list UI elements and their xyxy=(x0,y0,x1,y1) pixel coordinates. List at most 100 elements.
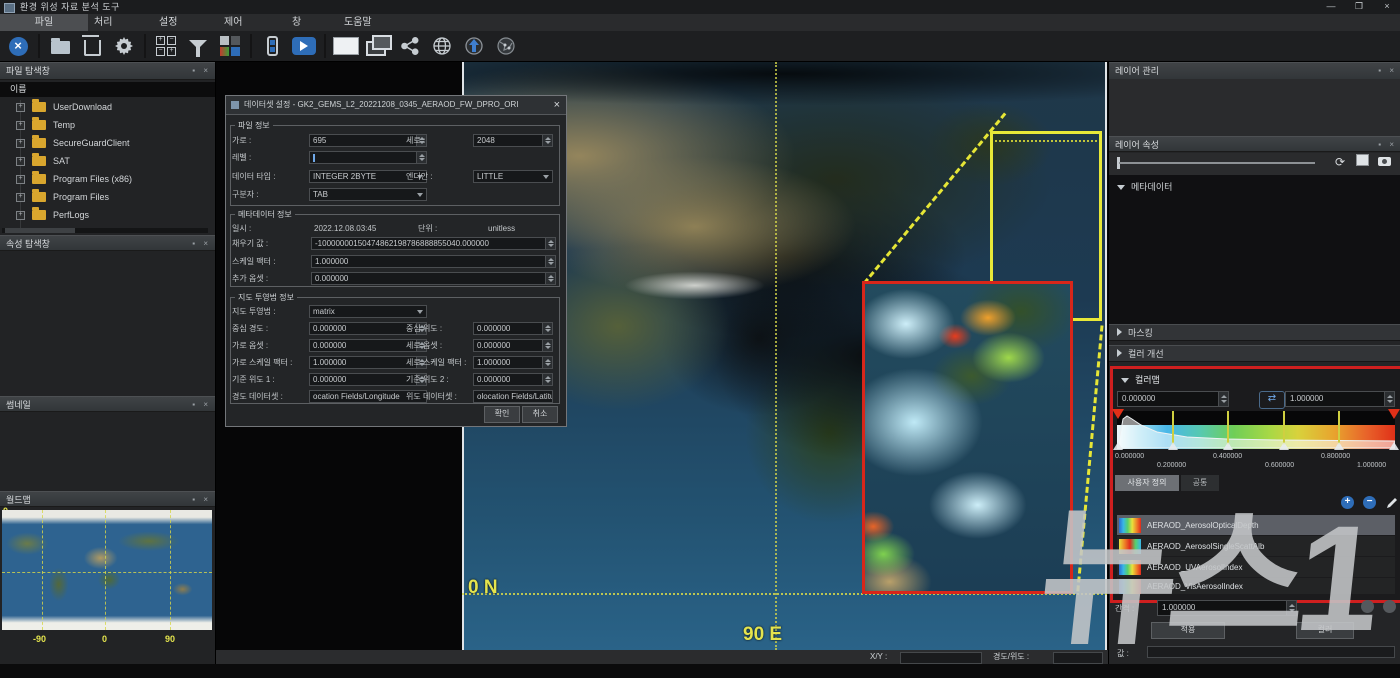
layer-item[interactable]: AERAOD_VisAerosolIndex xyxy=(1117,578,1395,594)
edit-pencil-icon[interactable] xyxy=(1385,496,1399,510)
folder-row[interactable]: +SAT xyxy=(0,152,215,170)
lat-dataset-input[interactable]: olocation Fields/Latitude xyxy=(473,390,553,403)
delimiter-dropdown[interactable]: TAB xyxy=(309,188,427,201)
scroll-thumb[interactable] xyxy=(5,228,75,233)
color-enhance-section[interactable]: 컬러 개선 xyxy=(1109,345,1400,362)
range-handle-left[interactable] xyxy=(1112,409,1124,419)
expand-icon[interactable]: + xyxy=(16,121,25,130)
layer-item[interactable]: AERAOD_UVAerosolIndex xyxy=(1117,557,1395,577)
column-header-name[interactable]: 이름 xyxy=(0,82,215,97)
add-colormap-icon[interactable]: + xyxy=(1341,496,1354,509)
dialog-close-icon[interactable]: × xyxy=(554,96,560,114)
open-folder-icon[interactable] xyxy=(46,34,74,58)
menu-file[interactable]: 파일 xyxy=(0,14,88,31)
menu-control[interactable]: 제어 xyxy=(210,14,256,31)
play-icon[interactable] xyxy=(290,34,318,58)
new-window-icon[interactable] xyxy=(332,34,360,58)
opacity-slider[interactable] xyxy=(1119,162,1315,164)
fill-value-input[interactable]: -10000000150474862198786888855040.000000 xyxy=(311,237,556,250)
tab-user-defined[interactable]: 사용자 정의 xyxy=(1115,475,1179,491)
settings-gear-icon[interactable] xyxy=(110,34,138,58)
minimize-button[interactable]: — xyxy=(1318,0,1344,14)
menu-window[interactable]: 창 xyxy=(278,14,315,31)
maximize-button[interactable]: ❐ xyxy=(1346,0,1372,14)
folder-row[interactable]: +Program Files xyxy=(0,188,215,206)
dialog-title-bar[interactable]: 데이터셋 설정 - GK2_GEMS_L2_20221208_0345_AERA… xyxy=(226,96,566,115)
folder-row[interactable]: +Temp xyxy=(0,116,215,134)
panel-header-icons[interactable]: ▪ × xyxy=(1378,63,1397,79)
cancel-button[interactable]: 취소 xyxy=(522,406,558,423)
metadata-expander[interactable]: 메타데이터 xyxy=(1117,180,1172,193)
save-icon[interactable] xyxy=(1353,154,1371,170)
y-scale-input[interactable]: 1.000000 xyxy=(473,356,553,369)
expand-icon[interactable]: + xyxy=(16,139,25,148)
horizontal-scrollbar[interactable] xyxy=(2,228,208,233)
color-button[interactable]: 컬러 xyxy=(1296,622,1354,639)
colormap-expander[interactable]: 컬러맵 xyxy=(1121,373,1160,386)
spinner[interactable] xyxy=(545,256,555,267)
stop-handle[interactable] xyxy=(1279,442,1289,450)
tab-common[interactable]: 공통 xyxy=(1181,475,1219,491)
circle-button[interactable] xyxy=(1383,600,1396,613)
aerosol-inset-map[interactable] xyxy=(862,281,1073,594)
folder-row[interactable]: +Program Files (x86) xyxy=(0,170,215,188)
folder-row[interactable]: +UserDownload xyxy=(0,98,215,116)
folder-row[interactable]: +SecureGuardClient xyxy=(0,134,215,152)
spinner[interactable] xyxy=(542,323,552,334)
colormap-max-input[interactable]: 1.000000 xyxy=(1285,391,1395,407)
stop-handle[interactable] xyxy=(1168,442,1178,450)
panel-header-icons[interactable]: ▪ × xyxy=(192,492,211,508)
panel-header-icons[interactable]: ▪ × xyxy=(192,397,211,413)
camera-icon[interactable] xyxy=(1375,154,1393,170)
projection-dropdown[interactable]: matrix xyxy=(309,305,427,318)
expand-icon[interactable]: + xyxy=(16,175,25,184)
expand-icon[interactable]: + xyxy=(16,103,25,112)
panel-header-icons[interactable]: ▪ × xyxy=(192,236,211,252)
delete-icon[interactable] xyxy=(78,34,106,58)
colormap-histogram[interactable] xyxy=(1117,411,1395,449)
center-lat-input[interactable]: 0.000000 xyxy=(473,322,553,335)
layer-item[interactable]: AERAOD_AerosolOpticalDepth xyxy=(1117,515,1395,535)
menu-settings[interactable]: 설정 xyxy=(145,14,191,31)
panel-header-icons[interactable]: ▪ × xyxy=(192,63,211,79)
spinner[interactable] xyxy=(545,238,555,249)
color-tiles-icon[interactable] xyxy=(216,34,244,58)
globe-icon[interactable] xyxy=(428,34,456,58)
folder-row[interactable]: +PerfLogs xyxy=(0,206,215,224)
swap-range-icon[interactable]: ⇄ xyxy=(1259,391,1285,409)
masking-section[interactable]: 마스킹 xyxy=(1109,324,1400,341)
spinner[interactable] xyxy=(542,357,552,368)
ok-button[interactable]: 확인 xyxy=(484,406,520,423)
globe-network-icon[interactable] xyxy=(492,34,520,58)
expand-icon[interactable]: + xyxy=(16,193,25,202)
endian-dropdown[interactable]: LITTLE xyxy=(473,170,553,183)
globe-upload-icon[interactable] xyxy=(460,34,488,58)
std-lat2-input[interactable]: 0.000000 xyxy=(473,373,553,386)
spinner[interactable] xyxy=(1218,392,1228,406)
apply-button[interactable]: 적용 xyxy=(1151,622,1225,639)
scale-factor-input[interactable]: 1.000000 xyxy=(311,255,556,268)
spinner[interactable] xyxy=(416,152,426,163)
spinner[interactable] xyxy=(545,273,555,284)
spinner[interactable] xyxy=(542,374,552,385)
expand-icon[interactable]: + xyxy=(16,211,25,220)
spinner[interactable] xyxy=(542,135,552,146)
close-button[interactable]: × xyxy=(1374,0,1400,14)
refresh-icon[interactable]: ⟳ xyxy=(1331,154,1349,170)
spinner[interactable] xyxy=(542,340,552,351)
menu-process[interactable]: 처리 xyxy=(80,14,126,31)
tile-grid-zoom-icon[interactable]: +−−+ xyxy=(152,34,180,58)
range-handle-right[interactable] xyxy=(1388,409,1400,419)
filter-icon[interactable] xyxy=(184,34,212,58)
stop-handle[interactable] xyxy=(1389,442,1399,450)
offset-input[interactable]: 0.000000 xyxy=(311,272,556,285)
spinner[interactable] xyxy=(1286,601,1296,615)
spinner[interactable] xyxy=(1384,392,1394,406)
height-input[interactable]: 2048 xyxy=(473,134,553,147)
level-input[interactable] xyxy=(309,151,427,164)
dataset-icon[interactable] xyxy=(258,34,286,58)
colormap-min-input[interactable]: 0.000000 xyxy=(1117,391,1229,407)
stop-handle[interactable] xyxy=(1334,442,1344,450)
worldmap-image[interactable] xyxy=(2,510,212,630)
remove-colormap-icon[interactable]: − xyxy=(1363,496,1376,509)
